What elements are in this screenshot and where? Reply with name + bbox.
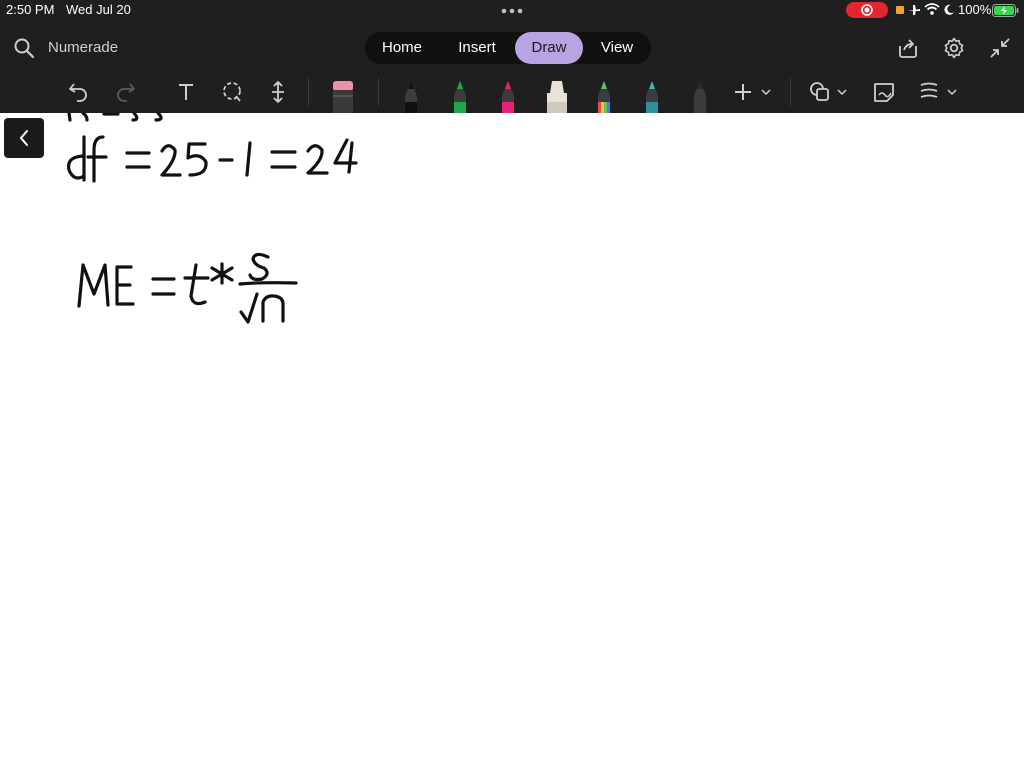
handwritten-ink (66, 113, 358, 324)
app-title[interactable]: Numerade (48, 39, 118, 56)
toolbar-divider (790, 78, 791, 106)
highlighter-icon[interactable] (543, 80, 571, 113)
plus-icon (735, 84, 751, 100)
moon-icon (944, 4, 954, 15)
gray-pen-icon[interactable] (688, 80, 712, 113)
black-pen-icon[interactable] (399, 80, 423, 113)
eraser-icon[interactable] (330, 79, 356, 113)
undo-icon[interactable] (65, 78, 93, 106)
share-icon[interactable] (896, 36, 920, 60)
add-space-icon[interactable] (264, 78, 292, 106)
green-pen-icon[interactable] (448, 80, 472, 113)
status-date: Wed Jul 20 (66, 2, 131, 17)
orange-dot-icon (896, 6, 904, 14)
wifi-icon (924, 3, 940, 15)
ink-stroke (67, 113, 72, 122)
airplane-mode-icon (908, 5, 920, 15)
battery-percentage: 100% (958, 2, 992, 17)
lasso-select-icon[interactable] (218, 78, 246, 106)
chevron-down-icon (761, 89, 771, 96)
tab-insert[interactable]: Insert (441, 32, 513, 64)
ink-replay-icon (920, 82, 938, 98)
tab-home[interactable]: Home (367, 32, 437, 64)
collapse-icon[interactable] (988, 36, 1012, 60)
screen-recording-indicator[interactable] (846, 2, 888, 18)
ink-stroke (154, 113, 163, 122)
top-toolbar: 2:50 PM Wed Jul 20 100% Numerade Home In… (0, 0, 1024, 113)
ink-stroke (81, 113, 89, 122)
tab-view[interactable]: View (585, 32, 649, 64)
search-icon[interactable] (13, 37, 35, 59)
add-pen-button[interactable] (730, 78, 774, 106)
shapes-button[interactable] (806, 78, 850, 106)
redo-icon[interactable] (111, 78, 139, 106)
chevron-down-icon (947, 89, 957, 96)
record-icon (861, 4, 873, 16)
galaxy-pen-icon[interactable] (640, 80, 664, 113)
text-tool-icon[interactable] (172, 78, 200, 106)
pink-pen-icon[interactable] (496, 80, 520, 113)
ink-replay-button[interactable] (916, 78, 960, 106)
multitasking-dots-icon[interactable] (500, 6, 524, 16)
chevron-down-icon (837, 89, 847, 96)
status-icons: 100% (896, 1, 1024, 19)
ink-line-degrees-of-freedom (66, 135, 358, 183)
gear-icon[interactable] (942, 36, 966, 60)
ink-to-shape-icon[interactable] (870, 78, 898, 106)
ribbon-tabs: Home Insert Draw View (365, 32, 651, 64)
status-time: 2:50 PM (6, 2, 55, 17)
ink-stroke (131, 113, 139, 122)
battery-charging-icon (992, 4, 1019, 17)
rainbow-pen-icon[interactable] (592, 80, 616, 113)
tab-draw[interactable]: Draw (515, 32, 583, 64)
toolbar-divider (378, 78, 379, 106)
toolbar-divider (308, 78, 309, 106)
ink-line-margin-of-error-formula (77, 252, 298, 324)
